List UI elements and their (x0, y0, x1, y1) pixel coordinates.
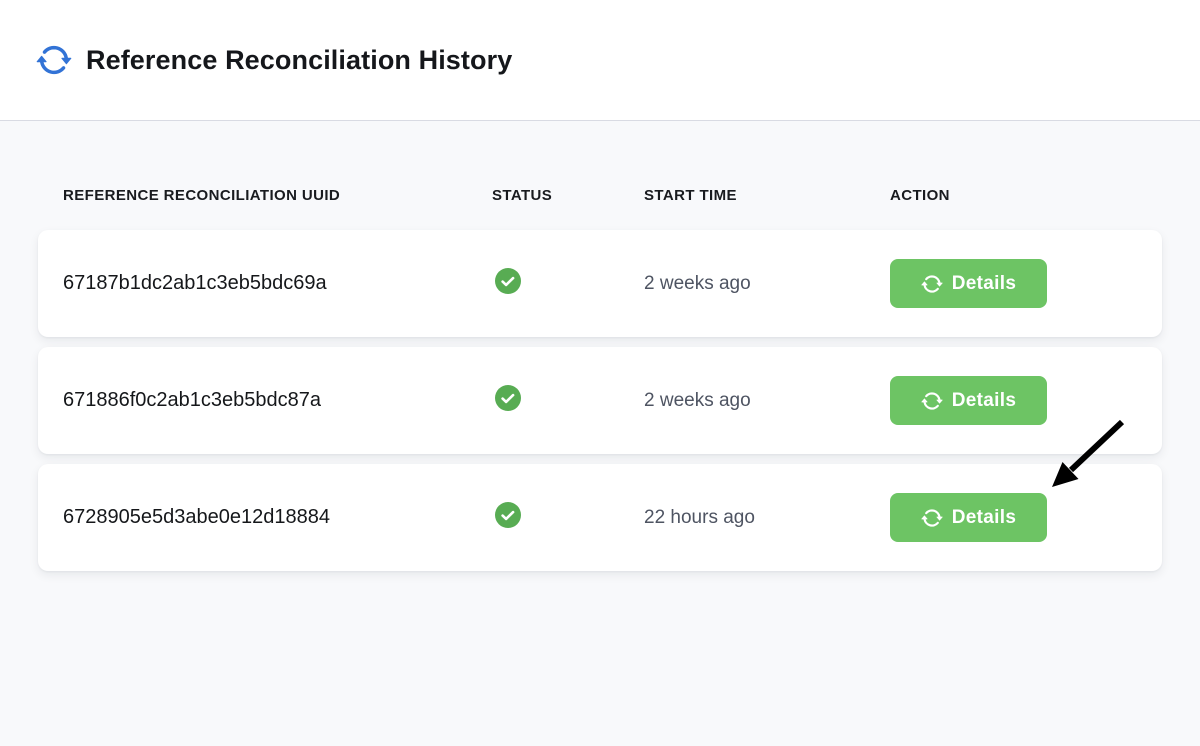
reconciliation-table: REFERENCE RECONCILIATION UUID STATUS STA… (0, 121, 1200, 571)
page-header: Reference Reconciliation History (0, 0, 1200, 121)
details-button[interactable]: Details (890, 259, 1047, 308)
table-row: 6728905e5d3abe0e12d18884 22 hours ago De… (38, 464, 1162, 571)
details-button-label: Details (952, 390, 1016, 412)
uuid-value: 671886f0c2ab1c3eb5bdc87a (63, 389, 492, 412)
uuid-value: 67187b1dc2ab1c3eb5bdc69a (63, 272, 492, 295)
column-header-uuid: REFERENCE RECONCILIATION UUID (63, 187, 492, 204)
details-button-label: Details (952, 273, 1016, 295)
sync-icon (921, 273, 943, 295)
sync-icon (36, 42, 72, 78)
check-circle-icon (495, 385, 521, 411)
table-header-row: REFERENCE RECONCILIATION UUID STATUS STA… (38, 187, 1162, 204)
action-cell: Details (890, 259, 1162, 308)
status-cell (492, 385, 644, 416)
column-header-action: ACTION (890, 187, 1162, 204)
check-circle-icon (495, 502, 521, 528)
action-cell: Details (890, 493, 1162, 542)
status-cell (492, 268, 644, 299)
sync-icon (921, 390, 943, 412)
action-cell: Details (890, 376, 1162, 425)
status-cell (492, 502, 644, 533)
details-button[interactable]: Details (890, 493, 1047, 542)
uuid-value: 6728905e5d3abe0e12d18884 (63, 506, 492, 529)
check-circle-icon (495, 268, 521, 294)
table-row: 671886f0c2ab1c3eb5bdc87a 2 weeks ago Det… (38, 347, 1162, 454)
column-header-status: STATUS (492, 187, 644, 204)
details-button-label: Details (952, 507, 1016, 529)
table-row: 67187b1dc2ab1c3eb5bdc69a 2 weeks ago Det… (38, 230, 1162, 337)
start-time-value: 22 hours ago (644, 507, 890, 529)
start-time-value: 2 weeks ago (644, 390, 890, 412)
page-title: Reference Reconciliation History (86, 45, 512, 76)
details-button[interactable]: Details (890, 376, 1047, 425)
start-time-value: 2 weeks ago (644, 273, 890, 295)
column-header-start-time: START TIME (644, 187, 890, 204)
sync-icon (921, 507, 943, 529)
